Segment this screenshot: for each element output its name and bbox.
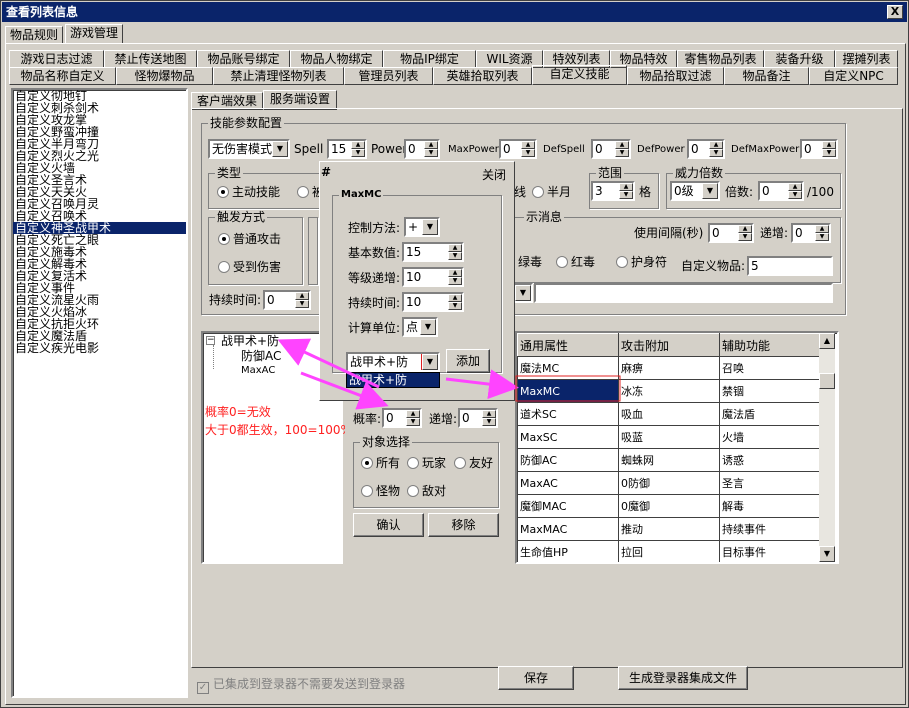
highlight-outline (515, 375, 621, 402)
integrated-checkbox[interactable]: ✓ 已集成到登录器不需要发送到登录器 (197, 677, 405, 694)
arrow-to-grid (445, 369, 519, 400)
annotation-arrows (277, 338, 621, 410)
generate-button[interactable]: 生成登录器集成文件 (618, 666, 748, 690)
arrow-to-tree (277, 338, 380, 389)
check-icon[interactable]: ✓ (197, 682, 209, 694)
arrow-to-prob (300, 371, 389, 410)
integrated-label: 已集成到登录器不需要发送到登录器 (213, 677, 406, 691)
main-window: 查看列表信息 X 物品规则 游戏管理 游戏日志过滤 禁止传送地图 物品账号绑定 物品人… (0, 0, 909, 708)
save-button[interactable]: 保存 (498, 666, 574, 690)
